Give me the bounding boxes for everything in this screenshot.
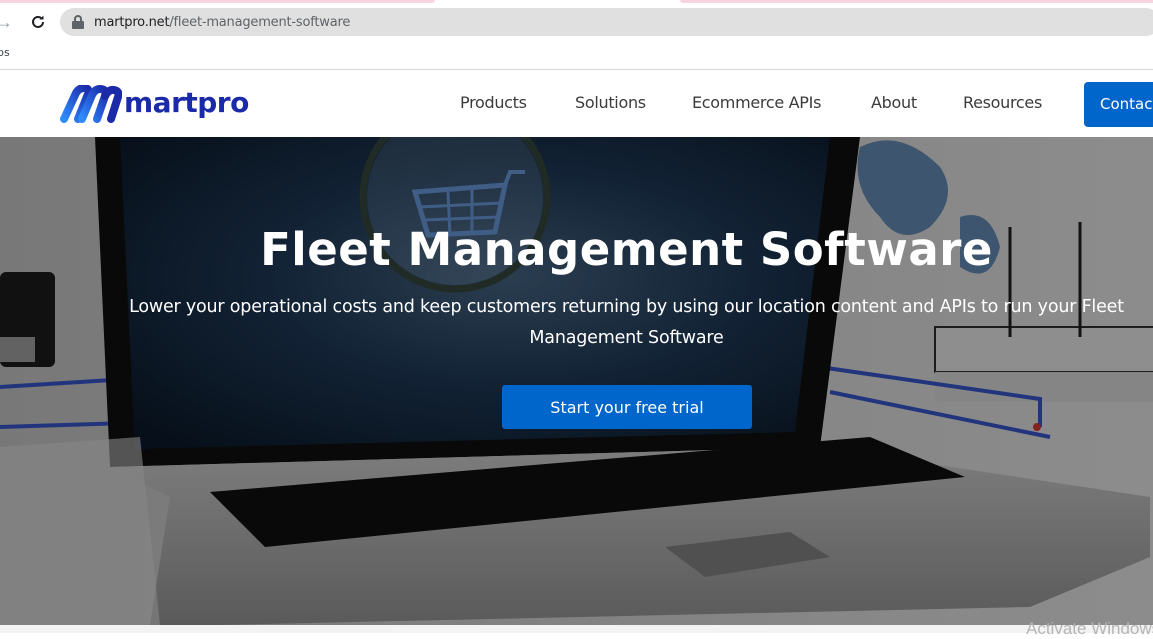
lock-icon	[72, 15, 84, 29]
nav-solutions[interactable]: Solutions	[575, 93, 646, 112]
start-free-trial-button[interactable]: Start your free trial	[502, 385, 752, 429]
bookmarks-bar: ps	[0, 40, 1153, 70]
address-bar[interactable]: martpro.net/fleet-management-software	[60, 8, 1153, 36]
site-header: martpro Products Solutions Ecommerce API…	[0, 71, 1153, 137]
logo-text: martpro	[124, 85, 249, 119]
nav-resources[interactable]: Resources	[963, 93, 1042, 112]
nav-products[interactable]: Products	[460, 93, 527, 112]
browser-toolbar: → martpro.net/fleet-management-software	[0, 8, 1153, 38]
bookmark-apps[interactable]: ps	[0, 46, 10, 59]
hero-section: Fleet Management Software Lower your ope…	[0, 137, 1153, 625]
browser-tab[interactable]	[0, 0, 435, 3]
hero-overlay	[0, 137, 1153, 625]
browser-tab-strip	[0, 0, 1153, 8]
martpro-logo-icon	[60, 85, 122, 123]
logo[interactable]: martpro	[60, 85, 249, 123]
nav-ecommerce-apis[interactable]: Ecommerce APIs	[692, 93, 821, 112]
nav-about[interactable]: About	[871, 93, 917, 112]
forward-icon[interactable]: →	[0, 10, 16, 34]
activate-windows-watermark: Activate Windows	[1026, 619, 1153, 638]
reload-icon[interactable]	[26, 10, 50, 34]
browser-tab[interactable]	[680, 0, 1153, 3]
page-bottom	[0, 625, 1153, 633]
contact-button[interactable]: Contact	[1084, 82, 1153, 127]
hero-subtitle: Lower your operational costs and keep cu…	[129, 297, 1124, 348]
url-text: martpro.net/fleet-management-software	[94, 14, 351, 30]
hero-title: Fleet Management Software	[260, 223, 993, 276]
